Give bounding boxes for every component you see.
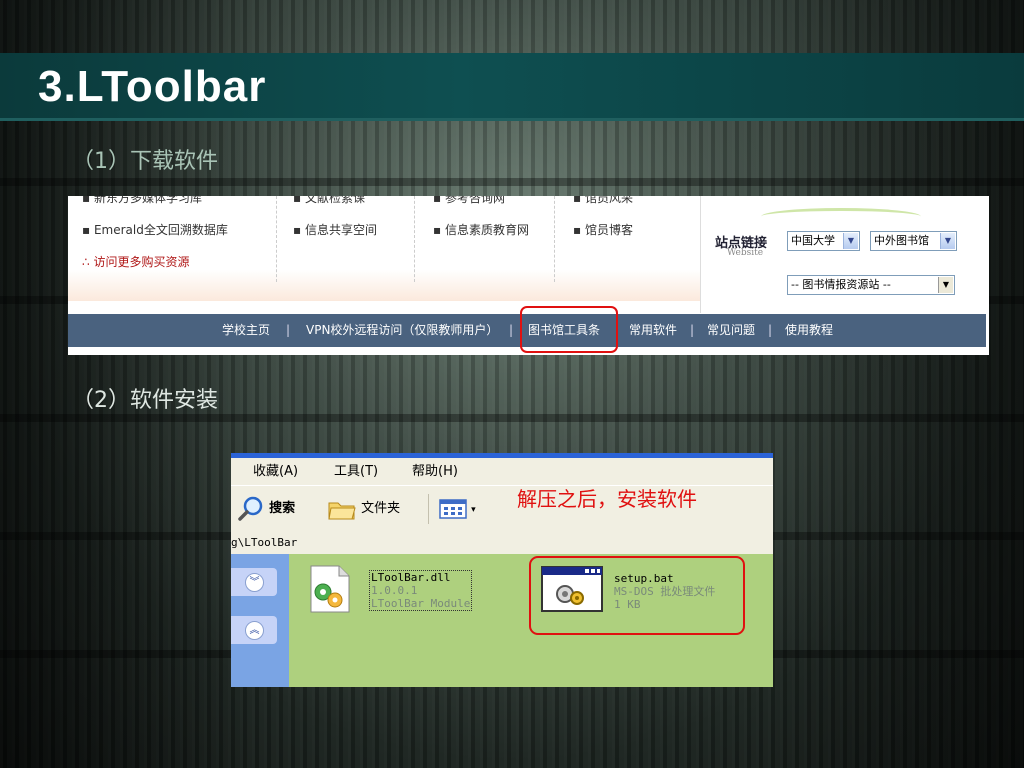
folders-button[interactable]: 文件夹 [327, 486, 400, 532]
file-description: LToolBar Module [371, 597, 471, 610]
resource-column-3: ▪ 参考咨询网 ▪ 信息素质教育网 [433, 196, 529, 248]
decorative-arc [761, 208, 921, 225]
resource-column-4: ▪ 馆员风采 ▪ 馆员博客 [573, 196, 633, 248]
step-install-label: （2）软件安装 [72, 388, 218, 413]
step-download-label: （1）下载软件 [72, 149, 218, 174]
address-path: g\LToolBar [231, 532, 773, 554]
task-panel: ︽ [231, 616, 277, 644]
nav-separator: | [690, 323, 695, 337]
install-caption: 解压之后，安装软件 [517, 487, 697, 511]
dll-file[interactable]: LToolBar.dll 1.0.0.1 LToolBar Module [369, 570, 473, 611]
menu-bar: 收藏(A) 工具(T) 帮助(H) [231, 458, 773, 485]
nav-tutorial[interactable]: 使用教程 [785, 314, 833, 347]
task-pane: ︾ ︽ [231, 554, 289, 687]
menu-tools[interactable]: 工具(T) [334, 458, 378, 485]
views-icon [439, 498, 467, 519]
expand-chevron-icon[interactable]: ︾ [245, 573, 264, 592]
file-version: 1.0.0.1 [371, 584, 418, 597]
nav-separator: | [509, 323, 514, 337]
slide-title: 3.LToolbar [38, 62, 267, 111]
resource-link[interactable]: ▪ 参考咨询网 [433, 196, 529, 216]
menu-favorites[interactable]: 收藏(A) [253, 458, 298, 485]
resource-lists: ▪ 新东方多媒体学习库 ▪ Emerald全文回溯数据库 ∴ 访问更多购买资源 … [68, 196, 700, 301]
resource-link[interactable]: ▪ 新东方多媒体学习库 [82, 196, 228, 216]
site-links-sublabel: Website [727, 248, 764, 258]
nav-separator: | [768, 323, 773, 337]
chevron-down-icon: ▼ [938, 277, 953, 293]
folder-icon [328, 502, 356, 519]
task-panel: ︾ [231, 568, 277, 596]
resource-site-select[interactable]: -- 图书情报资源站 -- ▼ [787, 275, 955, 295]
menu-help[interactable]: 帮助(H) [412, 458, 458, 485]
views-button[interactable]: ▾ [439, 486, 476, 532]
more-resources-link[interactable]: ∴ 访问更多购买资源 [82, 248, 228, 280]
column-divider [276, 196, 277, 282]
dll-file-icon[interactable] [307, 564, 351, 614]
column-divider [414, 196, 415, 282]
collapse-chevron-icon[interactable]: ︽ [245, 621, 264, 640]
resource-column-2: ▪ 文献检索课 ▪ 信息共享空间 [293, 196, 377, 248]
resource-column-1: ▪ 新东方多媒体学习库 ▪ Emerald全文回溯数据库 ∴ 访问更多购买资源 [82, 196, 228, 280]
nav-vpn[interactable]: VPN校外远程访问（仅限教师用户） [306, 314, 498, 347]
resource-link[interactable]: ▪ 馆员博客 [573, 216, 633, 248]
resource-link[interactable]: ▪ 馆员风采 [573, 196, 633, 216]
resource-link[interactable]: ▪ 信息素质教育网 [433, 216, 529, 248]
nav-separator: | [286, 323, 291, 337]
search-icon [238, 496, 263, 521]
chevron-down-icon: ▼ [940, 233, 955, 249]
chevron-down-icon: ▼ [843, 233, 858, 249]
nav-software[interactable]: 常用软件 [629, 314, 677, 347]
nav-home[interactable]: 学校主页 [222, 314, 270, 347]
resource-link[interactable]: ▪ Emerald全文回溯数据库 [82, 216, 228, 248]
highlight-setup-bat [529, 556, 745, 635]
nav-faq[interactable]: 常见问题 [707, 314, 755, 347]
column-divider [554, 196, 555, 282]
search-button[interactable]: 搜索 [237, 486, 295, 532]
site-links-panel: 站点链接 Website 中国大学 ▼ 中外图书馆 ▼ -- 图书情报资源站 -- ▼ [700, 196, 989, 313]
resource-link[interactable]: ▪ 信息共享空间 [293, 216, 377, 248]
file-name: LToolBar.dll [371, 571, 451, 584]
dropdown-arrow-icon: ▾ [471, 505, 476, 515]
university-select[interactable]: 中国大学 ▼ [787, 231, 860, 251]
highlight-library-toolbar [520, 306, 618, 353]
library-select[interactable]: 中外图书馆 ▼ [870, 231, 957, 251]
toolbar-divider [428, 494, 429, 524]
resource-link[interactable]: ▪ 文献检索课 [293, 196, 377, 216]
